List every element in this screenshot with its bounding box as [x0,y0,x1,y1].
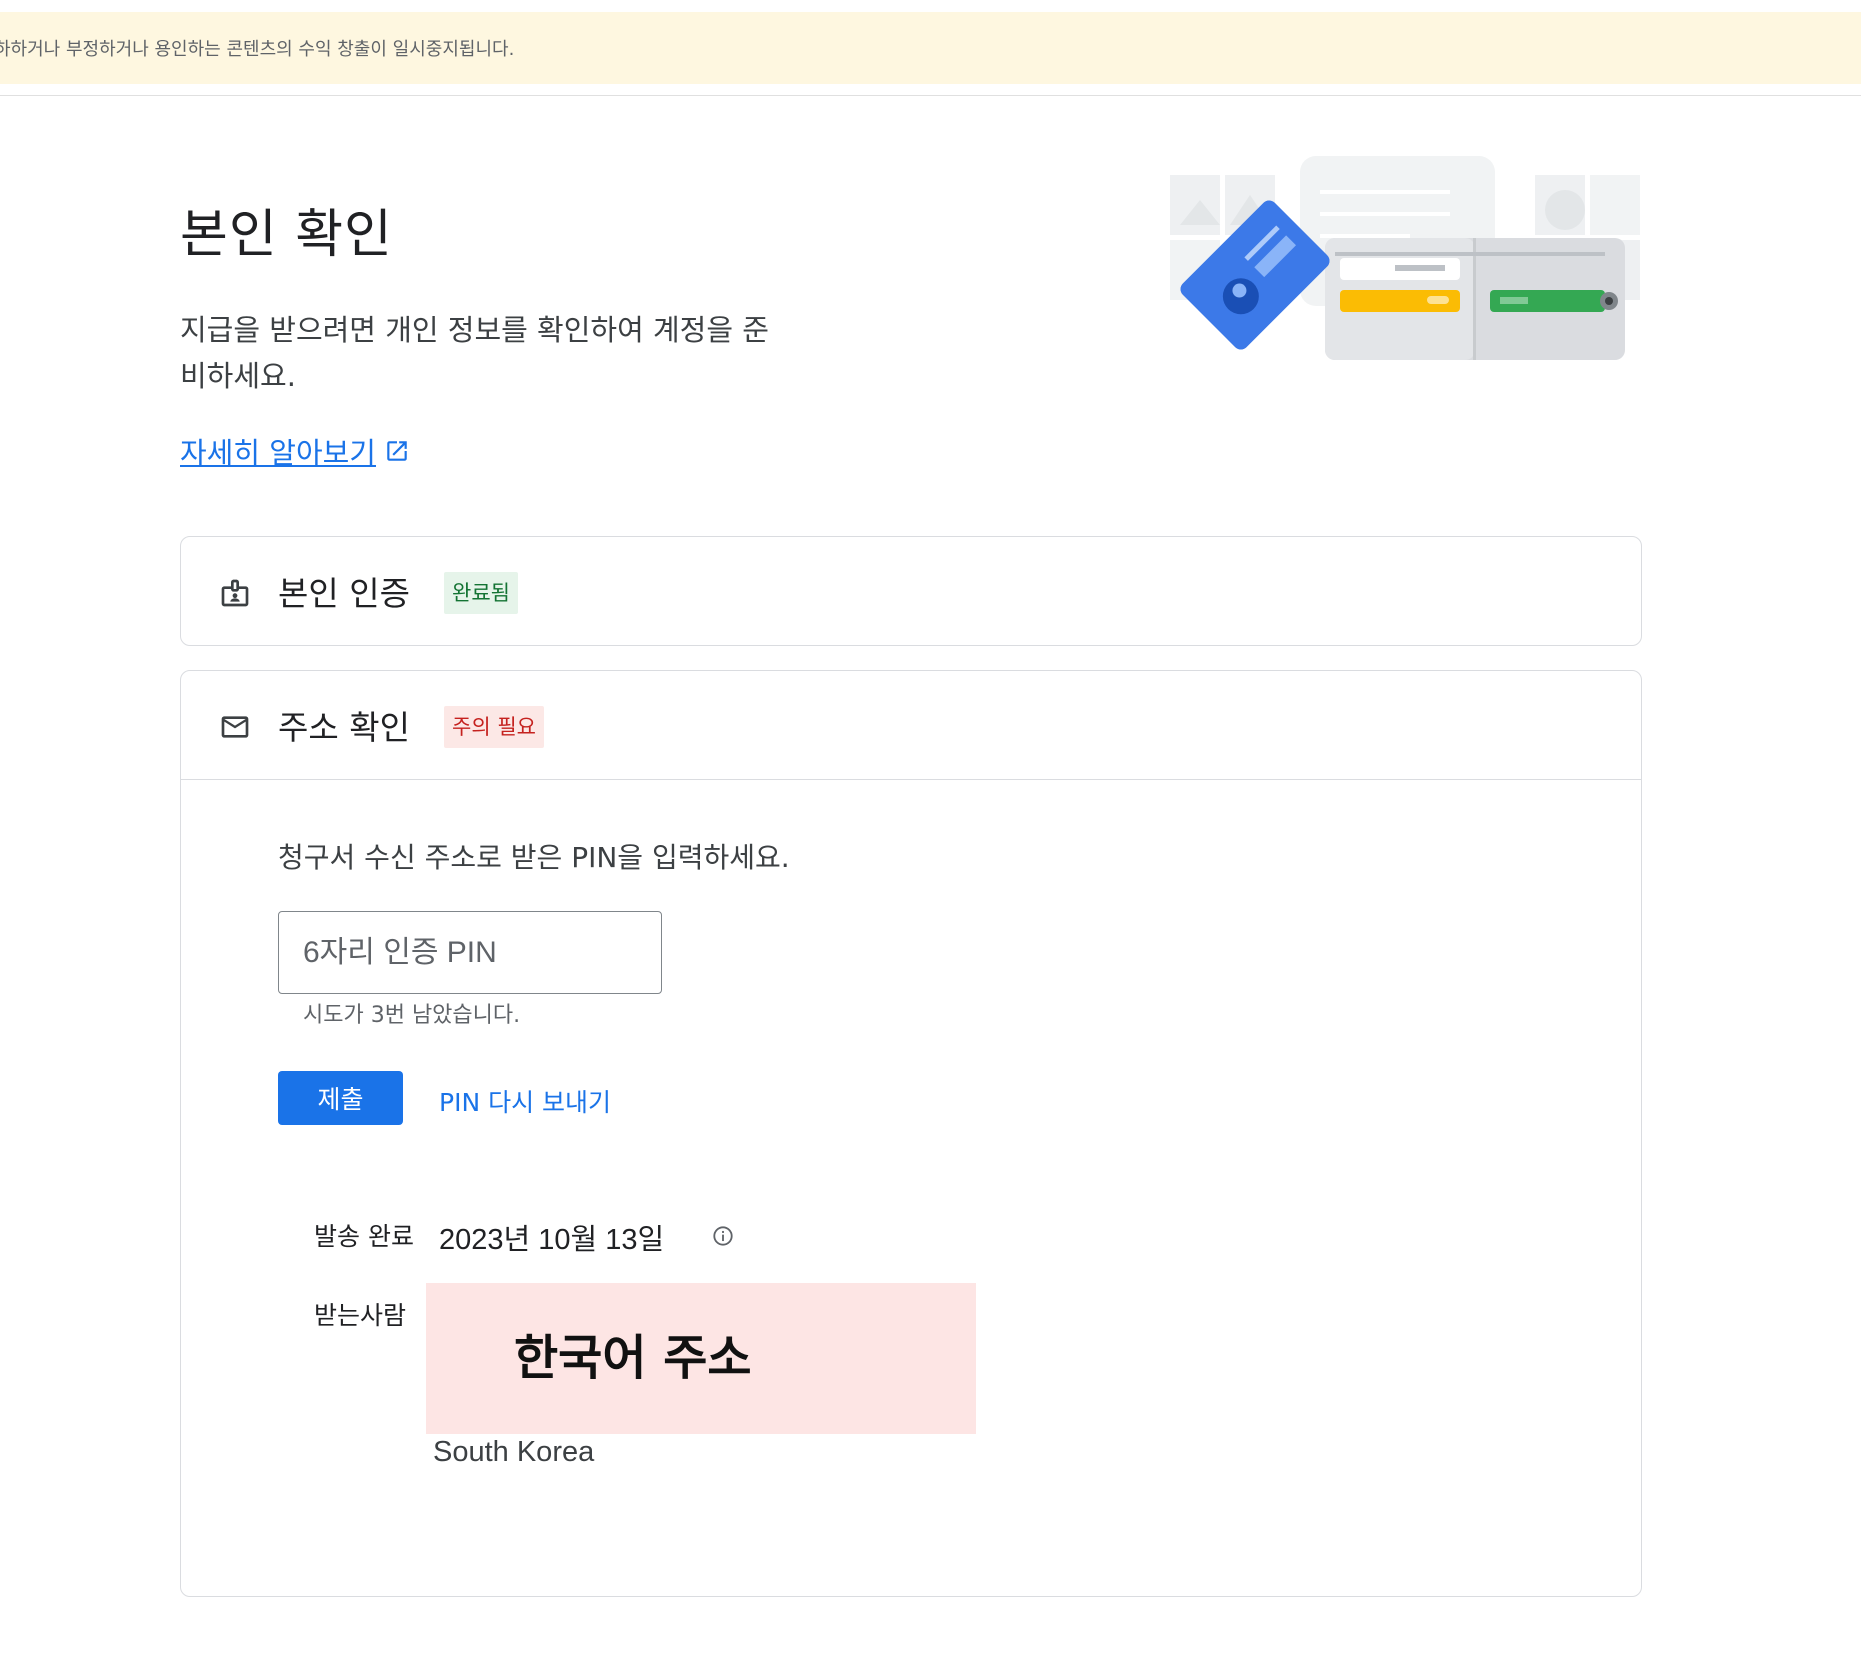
identity-verification-card[interactable]: 본인 인증 완료됨 [180,536,1642,646]
banner-text: 하하거나 부정하거나 용인하는 콘텐츠의 수익 창출이 일시중지됩니다. [0,39,515,60]
sent-label: 발송 완료 [314,1222,414,1251]
status-badge-attention: 주의 필요 [444,706,544,748]
page-title: 본인 확인 [180,205,393,265]
sent-date: 2023년 10월 13일 [439,1224,665,1256]
wallet-illustration [1170,156,1640,360]
identity-card-title: 본인 인증 [278,574,410,613]
status-badge-complete: 완료됨 [444,572,518,614]
identity-card-header[interactable]: 본인 인증 완료됨 [181,537,1641,645]
pin-input[interactable] [278,911,662,994]
learn-more-label: 자세히 알아보기 [180,436,376,470]
page: 하하거나 부정하거나 용인하는 콘텐츠의 수익 창출이 일시중지됩니다. 본인 … [0,0,1861,1664]
attempts-remaining: 시도가 3번 남았습니다. [303,1003,521,1028]
external-link-icon [387,441,407,461]
redacted-address: 한국어 주소 [426,1283,976,1434]
address-country: South Korea [433,1436,595,1468]
recipient-label: 받는사람 [314,1301,407,1330]
redacted-address-text: 한국어 주소 [514,1330,752,1386]
address-verification-card: 주소 확인 주의 필요 청구서 수신 주소로 받은 PIN을 입력하세요. 시도… [180,670,1642,1597]
pin-instruction: 청구서 수신 주소로 받은 PIN을 입력하세요. [278,841,790,874]
page-subtitle: 지급을 받으려면 개인 정보를 확인하여 계정을 준비하세요. [180,313,769,393]
mail-icon [221,716,249,738]
notice-banner: 하하거나 부정하거나 용인하는 콘텐츠의 수익 창출이 일시중지됩니다. [0,12,1861,84]
info-icon[interactable] [712,1225,734,1247]
resend-pin-button[interactable]: PIN 다시 보내기 [439,1083,611,1119]
id-badge-icon [221,579,249,607]
address-card-header[interactable]: 주소 확인 주의 필요 [181,671,1641,779]
learn-more-link[interactable]: 자세히 알아보기 [180,430,410,472]
banner-divider [0,95,1861,96]
address-card-title: 주소 확인 [278,708,410,747]
submit-button[interactable]: 제출 [278,1071,403,1125]
card-divider [181,779,1641,780]
